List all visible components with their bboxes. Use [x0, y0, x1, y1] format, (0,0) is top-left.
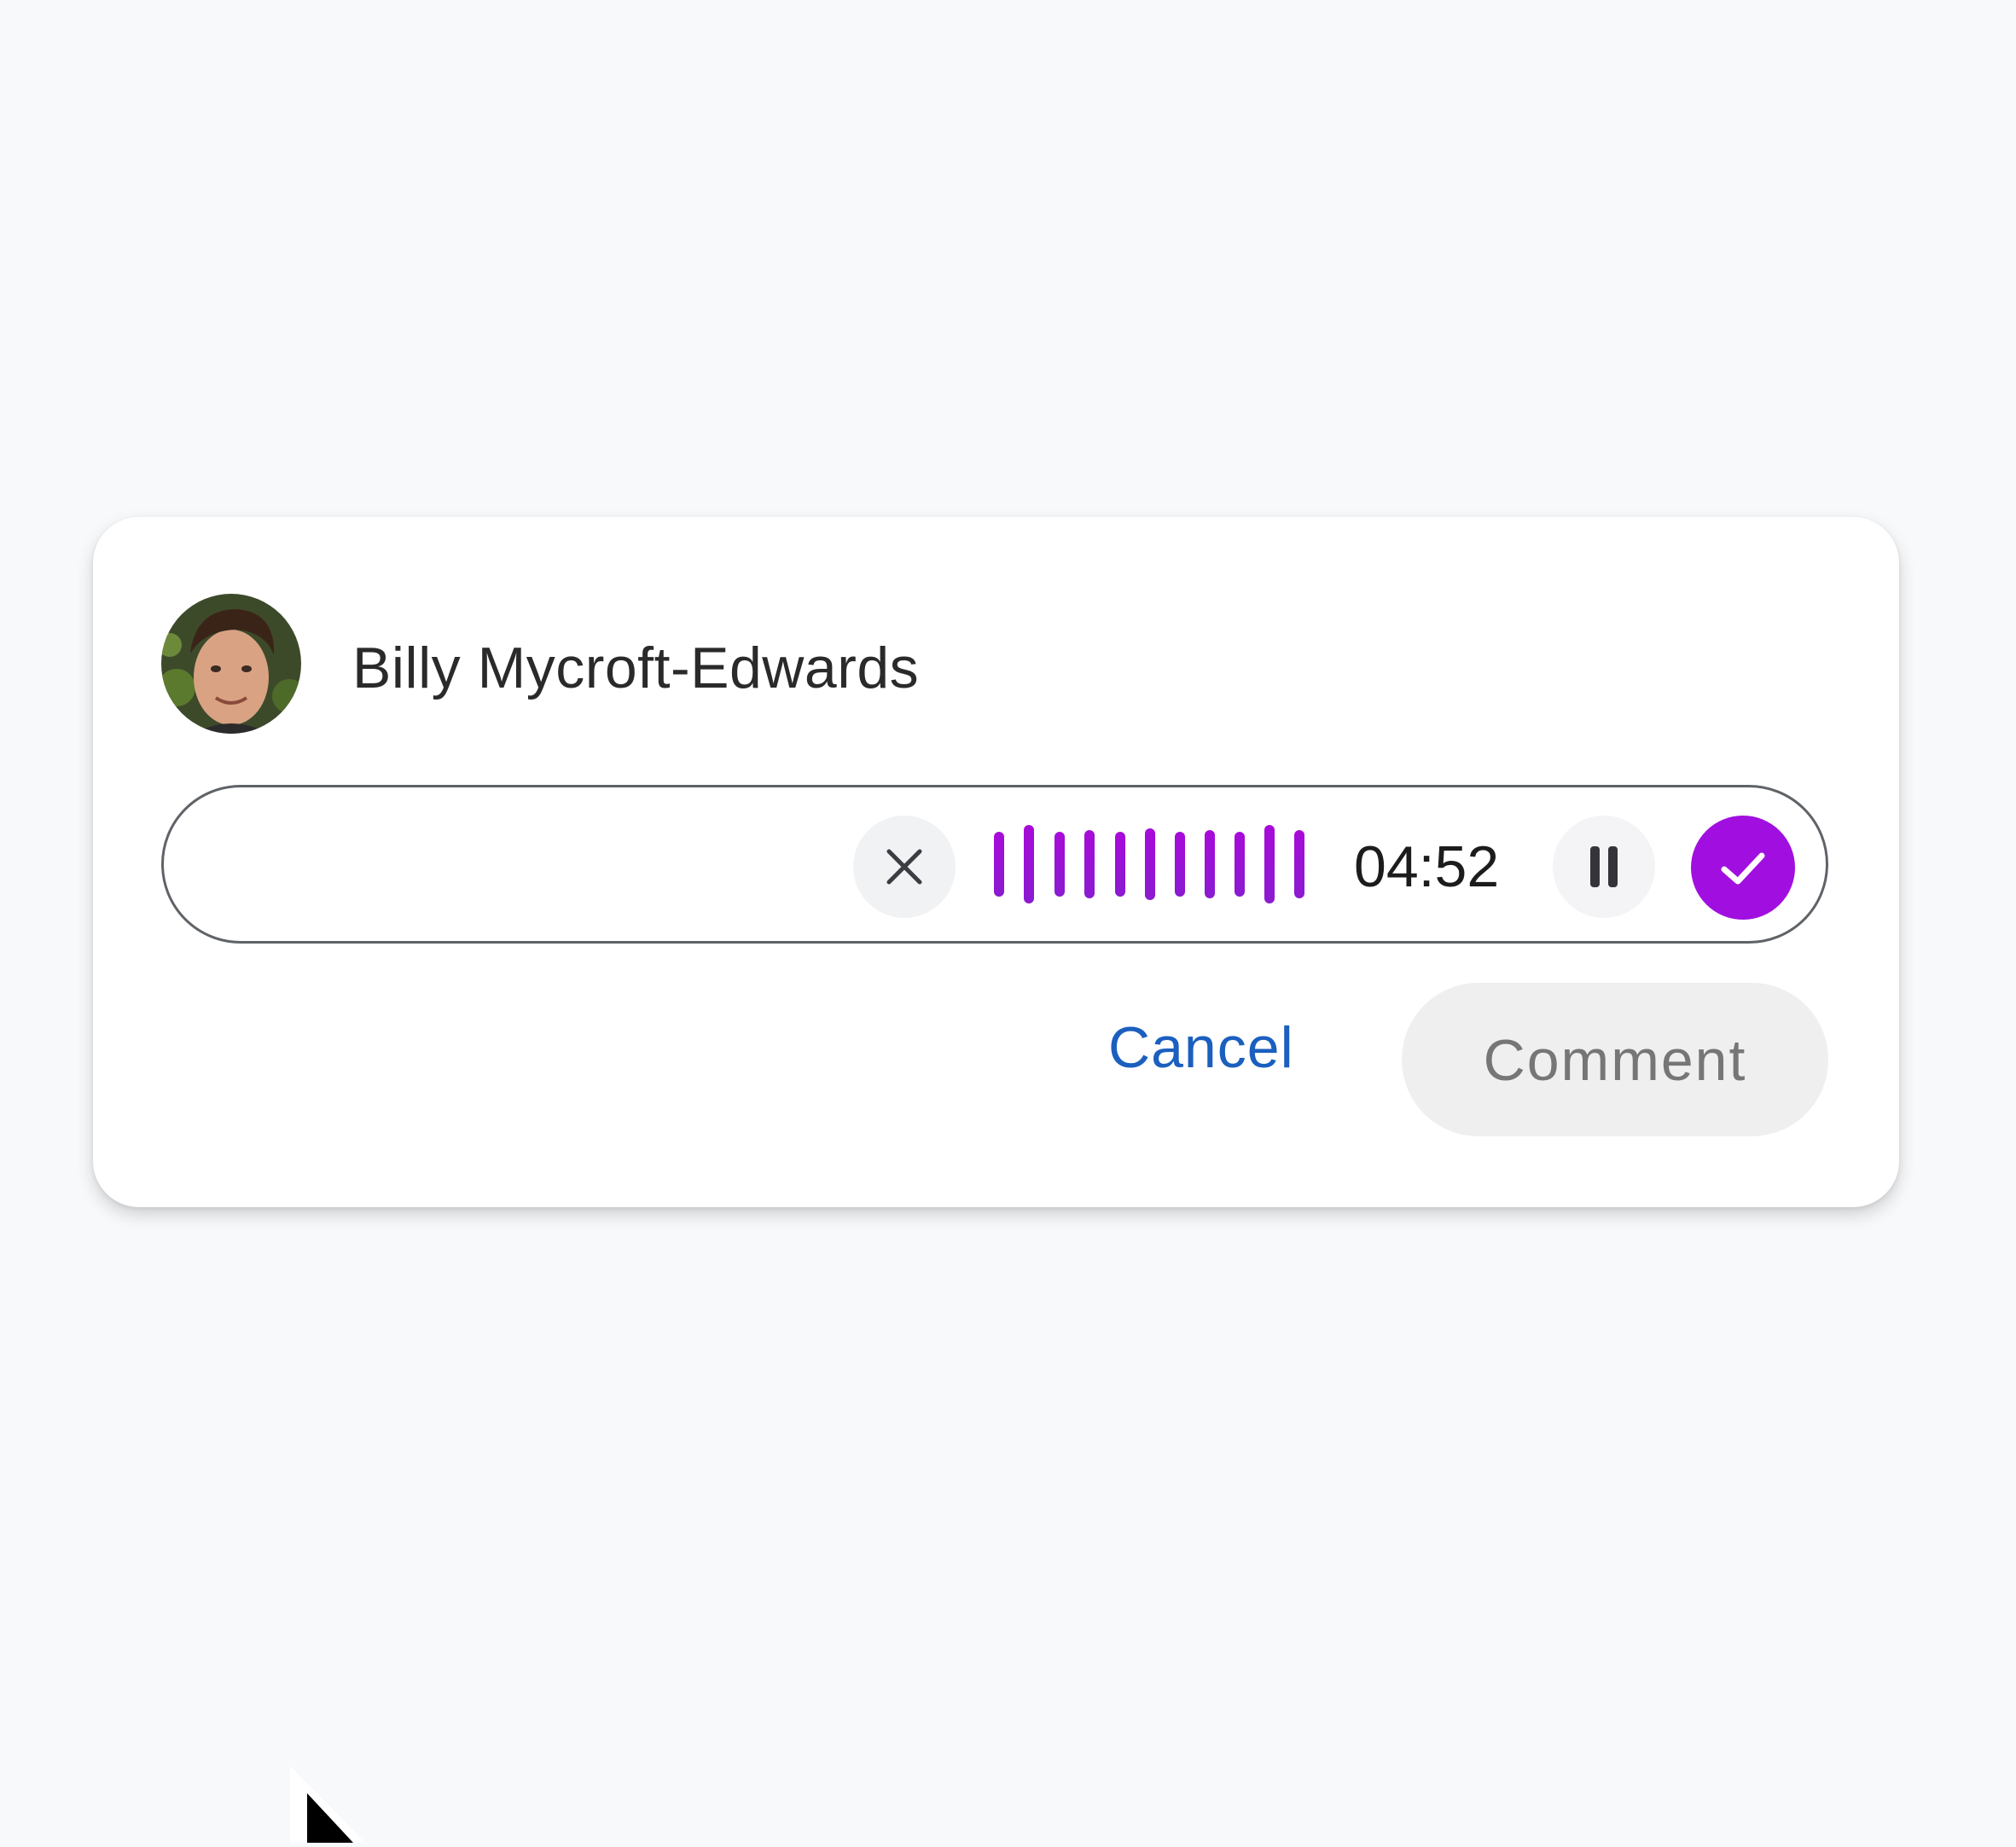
- cancel-button[interactable]: Cancel: [1100, 1014, 1303, 1082]
- waveform-bar: [994, 832, 1004, 897]
- waveform-bar: [1024, 825, 1034, 903]
- mouse-pointer-icon: [288, 1764, 374, 1847]
- comment-button[interactable]: Comment: [1402, 983, 1828, 1136]
- finish-recording-button[interactable]: [1691, 816, 1795, 920]
- pause-recording-button[interactable]: [1553, 816, 1655, 918]
- waveform-bar: [1115, 832, 1125, 897]
- close-icon: [886, 849, 922, 885]
- waveform-bar: [1054, 832, 1065, 897]
- waveform-bar: [1084, 830, 1095, 898]
- recording-timer: 04:52: [1354, 834, 1500, 899]
- pause-icon: [1590, 846, 1618, 887]
- waveform-bar: [1294, 830, 1304, 898]
- avatar-photo: [161, 594, 301, 734]
- waveform-bar: [1205, 830, 1215, 898]
- audio-waveform: [994, 822, 1318, 912]
- avatar: [161, 594, 301, 734]
- waveform-bar: [1175, 832, 1185, 897]
- mouse-pointer-glyph: [290, 1766, 365, 1843]
- author-name: Billy Mycroft-Edwards: [352, 636, 920, 700]
- check-icon: [1721, 852, 1765, 885]
- waveform-bar: [1235, 832, 1245, 897]
- waveform-bar: [1145, 828, 1155, 900]
- voice-recorder: 04:52: [161, 785, 1828, 944]
- waveform-bar: [1264, 825, 1275, 903]
- comment-card: Billy Mycroft-Edwards 04:52 Cancel Comme…: [93, 517, 1899, 1207]
- discard-recording-button[interactable]: [853, 816, 956, 918]
